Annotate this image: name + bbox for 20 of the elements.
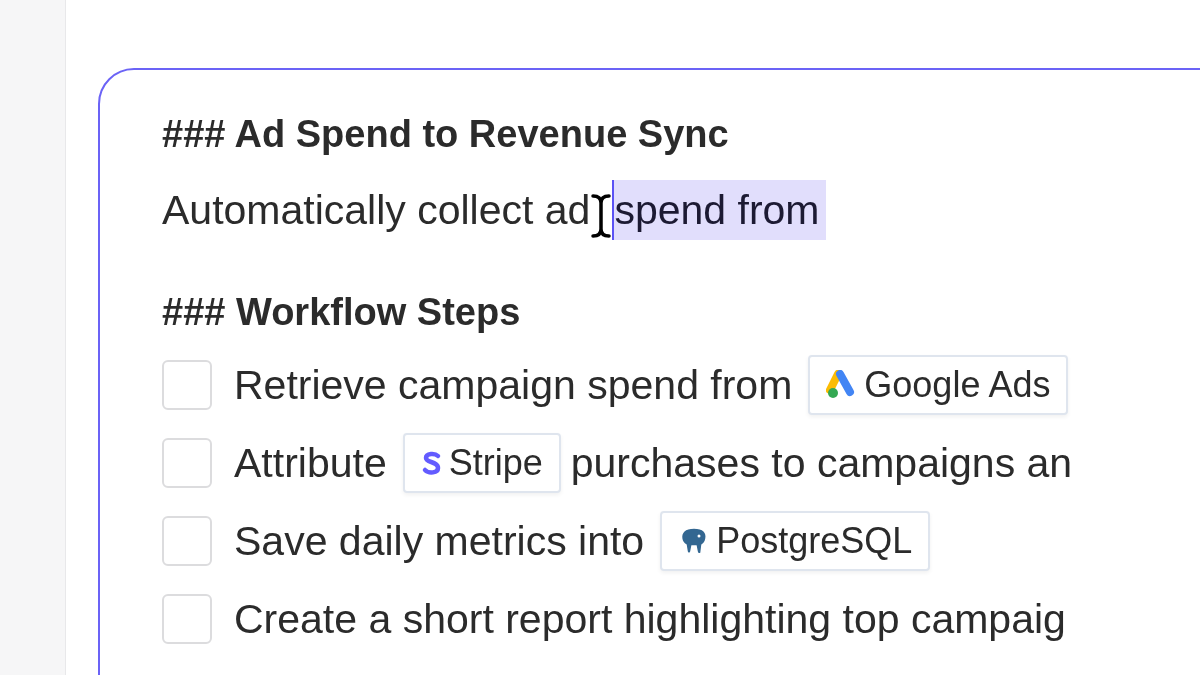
step-text: Create a short report highlighting top campaig (234, 595, 1066, 644)
step-text: Attribute (234, 439, 387, 488)
checkbox[interactable] (162, 438, 212, 488)
heading: ### Ad Spend to Revenue Sync (162, 112, 730, 157)
step-text: Save daily metrics into (234, 517, 645, 566)
checkbox[interactable] (162, 516, 212, 566)
paragraph-text: Automatically collect ad (162, 186, 591, 235)
integration-chip[interactable]: Stripe (402, 433, 561, 493)
chip-label: Google Ads (864, 363, 1051, 407)
chip-label: Stripe (448, 441, 543, 485)
integration-chip[interactable]: Google Ads (808, 355, 1069, 415)
checkbox[interactable] (162, 360, 212, 410)
step-text: Retrieve campaign spend from (234, 361, 793, 410)
selected-text: spend from (612, 180, 826, 240)
chip-label: PostgreSQL (716, 519, 913, 563)
checkbox[interactable] (162, 594, 212, 644)
integration-chip[interactable]: PostgreSQL (660, 511, 931, 571)
text-cursor-icon (591, 193, 612, 239)
step-text: purchases to campaigns an (570, 439, 1073, 488)
heading: ### Workflow Steps (162, 290, 522, 335)
